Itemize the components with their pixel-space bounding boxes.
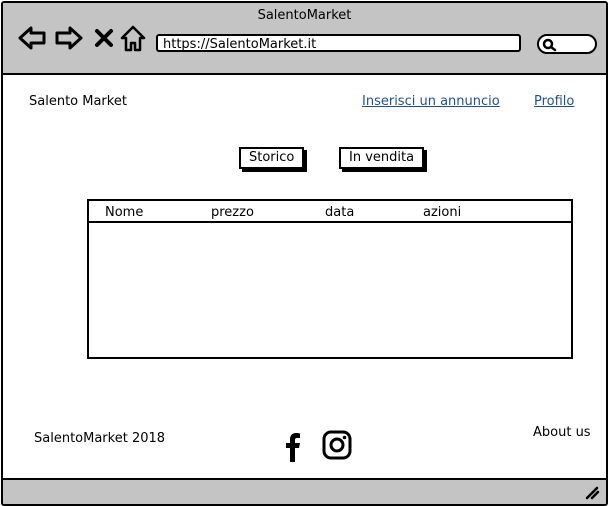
facebook-icon[interactable] [284, 431, 302, 463]
resize-grip-icon[interactable] [584, 486, 600, 500]
home-icon[interactable] [120, 25, 146, 53]
post-ad-link[interactable]: Inserisci un annuncio [362, 94, 500, 109]
browser-toolbar: SalentoMarket https://SalentoMarket.it [3, 3, 606, 75]
footer-copyright: SalentoMarket 2018 [34, 431, 166, 446]
column-header-actions: azioni [423, 205, 462, 220]
address-bar[interactable]: https://SalentoMarket.it [156, 34, 521, 52]
tab-history-button[interactable]: Storico [239, 147, 305, 169]
column-header-date: data [325, 205, 355, 220]
forward-arrow-icon[interactable] [54, 25, 84, 51]
instagram-icon[interactable] [322, 430, 352, 460]
browser-window: SalentoMarket https://SalentoMarket.it S… [1, 1, 608, 506]
site-brand: Salento Market [29, 94, 127, 109]
back-arrow-icon[interactable] [17, 25, 47, 51]
browser-search-field[interactable] [537, 34, 597, 54]
window-title: SalentoMarket [257, 8, 352, 23]
search-icon [542, 38, 557, 52]
table-header: Nome prezzo data azioni [89, 201, 571, 223]
profile-link[interactable]: Profilo [534, 94, 574, 109]
status-bar [3, 478, 606, 504]
close-icon[interactable] [94, 28, 114, 48]
tab-for-sale-button[interactable]: In vendita [339, 147, 425, 169]
about-us-link[interactable]: About us [533, 425, 591, 440]
column-header-name: Nome [105, 205, 144, 220]
column-header-price: prezzo [211, 205, 254, 220]
listings-table: Nome prezzo data azioni [87, 199, 573, 359]
